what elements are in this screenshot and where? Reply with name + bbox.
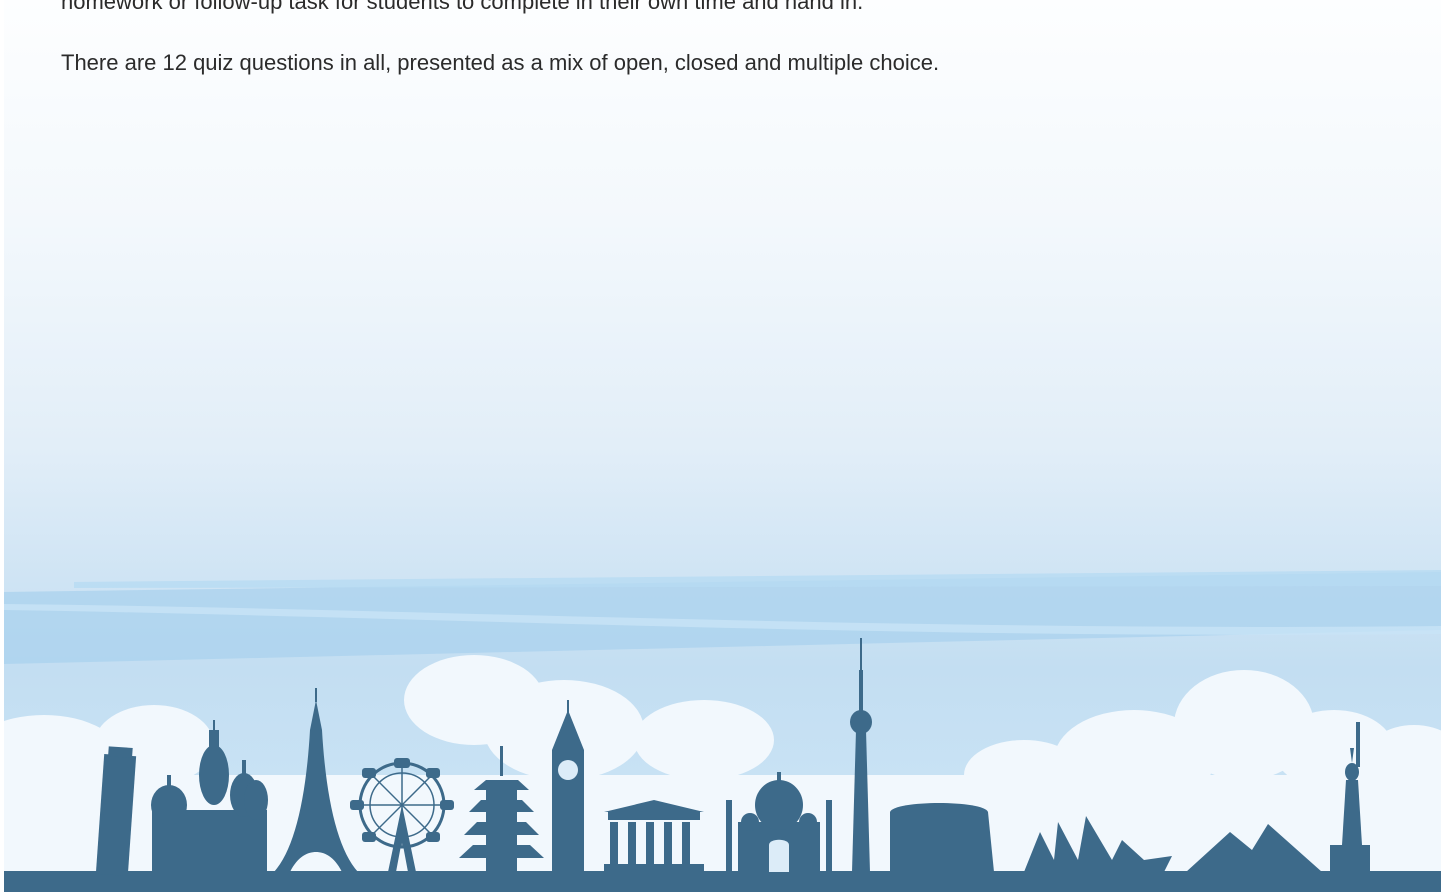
world-landmarks-illustration: [4, 570, 1441, 892]
tv-tower-icon: [850, 638, 872, 872]
ground-band: [4, 871, 1441, 892]
paragraph-homework: homework or follow-up task for students …: [61, 0, 864, 14]
colosseum-icon: [890, 803, 994, 872]
body-text: homework or follow-up task for students …: [61, 0, 1361, 109]
document-page: homework or follow-up task for students …: [4, 0, 1441, 892]
sky-streaks: [4, 570, 1441, 664]
paragraph-quiz-count: There are 12 quiz questions in all, pres…: [61, 50, 940, 75]
